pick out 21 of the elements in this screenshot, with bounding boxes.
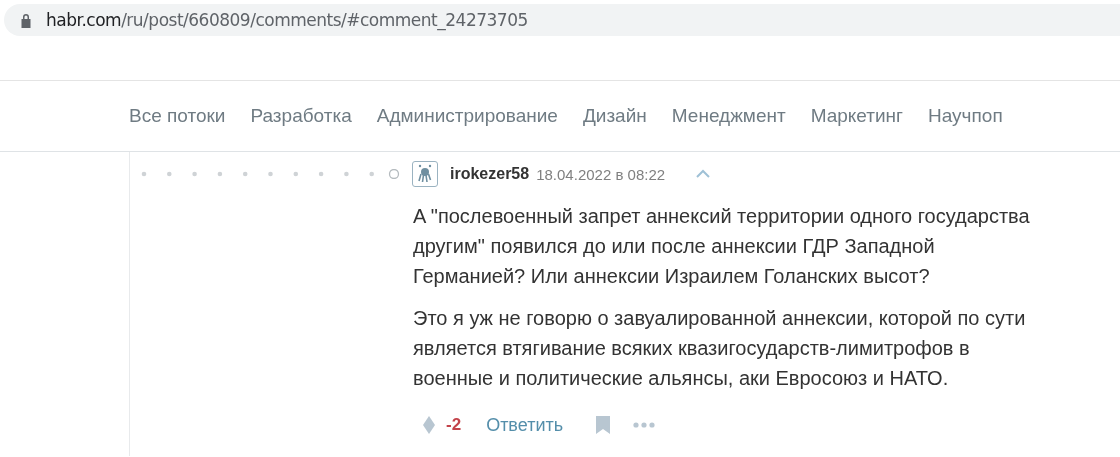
- comment-text: A "послевоенный запрет аннексий территории одного государства другим" появился до или после аннексии ГДР Западной Германией? Или аннексии Израилем Голанских высот?: [413, 204, 1031, 289]
- nav-tab[interactable]: Администрирование: [376, 105, 558, 127]
- lock-icon: [20, 12, 32, 28]
- reply-link[interactable]: Ответить: [486, 414, 564, 436]
- address-bar[interactable]: habr.com/ru/post/660809/comments/#comment_24273705: [4, 4, 1120, 36]
- user-avatar[interactable]: [412, 161, 438, 187]
- comment-date[interactable]: 18.04.2022 в 08:22: [536, 165, 666, 183]
- nav-tab[interactable]: Менеджмент: [671, 105, 786, 127]
- comment-text: Это я уж не говорю о завуалированной аннексии, которой по сути является втягивание всяких квазигосударств-лимитрофов в военные и политические альянсы, аки Евросоюз и НАТО.: [413, 306, 1027, 391]
- url-text: habr.com/ru/post/660809/comments/#comment_24273705: [46, 10, 528, 30]
- caret-up-icon[interactable]: [695, 169, 712, 179]
- nav-tab[interactable]: Научпоп: [928, 105, 1003, 127]
- bookmark-icon[interactable]: [595, 415, 612, 435]
- nav-tab[interactable]: Маркетинг: [810, 105, 904, 127]
- vote-icon[interactable]: [422, 415, 436, 435]
- nav-tab[interactable]: Все потоки: [129, 105, 226, 127]
- username[interactable]: irokezer58: [450, 165, 530, 183]
- nav-tab[interactable]: Разработка: [250, 105, 352, 127]
- nav-tab[interactable]: Дизайн: [582, 105, 647, 127]
- score-count: -2: [446, 415, 462, 435]
- more-icon[interactable]: [633, 422, 656, 428]
